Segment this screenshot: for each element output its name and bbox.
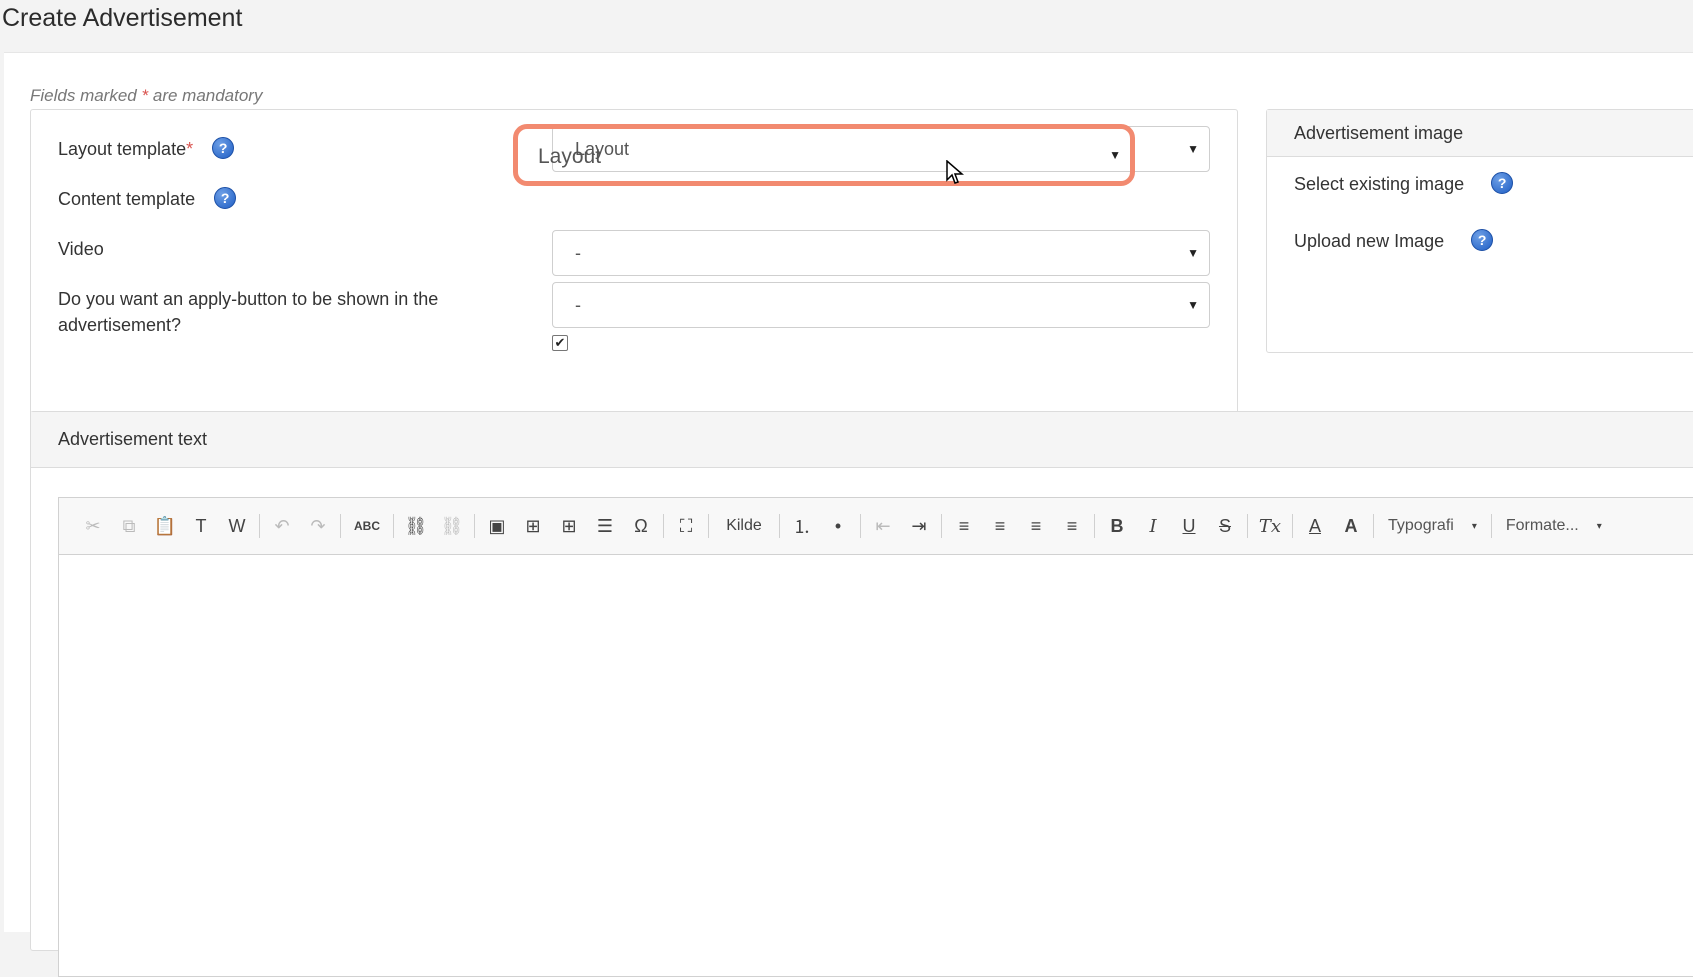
select-existing-image-label: Select existing image [1294,174,1465,194]
main-content: Fields marked * are mandatory Layout tem… [4,52,1693,977]
help-icon[interactable]: ? [214,187,237,210]
text-panel-heading: Advertisement text [31,412,1693,468]
justify-icon[interactable]: ≡ [1054,511,1090,541]
link-icon[interactable]: ⛓ [398,511,434,541]
mandatory-star: * [141,86,149,105]
unlink-icon[interactable]: ⛓ [434,511,470,541]
typography-label: Typografi [1388,517,1454,534]
outdent-icon[interactable]: ⇤ [865,511,901,541]
copy-icon[interactable]: ⧉ [111,511,147,541]
help-icon[interactable]: ? [1491,172,1514,195]
toolbar-separator [708,514,709,538]
paste-text-icon[interactable]: T [183,511,219,541]
highlight-ring: Layout ▼ [513,124,1135,186]
toolbar-separator [1373,514,1374,538]
toolbar-separator [340,514,341,538]
mouse-cursor-icon [946,160,964,184]
paste-word-icon[interactable]: W [219,511,255,541]
bullet-list-icon[interactable]: • [820,511,856,541]
video-value: - [575,295,581,315]
toolbar-separator [1292,514,1293,538]
cut-icon[interactable]: ✂ [75,511,111,541]
source-button[interactable]: Kilde [713,511,775,541]
typography-dropdown[interactable]: Typografi ▾ [1378,511,1487,541]
caret-down-icon: ▼ [1187,142,1199,156]
layout-template-value: Layout [538,145,602,168]
page-title: Create Advertisement [2,4,243,32]
table-icon[interactable]: ⊞ [551,511,587,541]
mandatory-suffix: are mandatory [152,86,263,105]
video-label: Video [58,239,104,259]
rich-text-editor[interactable]: ✂ ⧉ 📋 T W ↶ ↷ ABC ⛓ ⛓ ▣ ⊞ ⊞ ☰ Ω ⛶ Kilde … [58,497,1693,977]
mandatory-prefix: Fields marked [30,86,137,105]
maximize-icon[interactable]: ⛶ [668,511,704,541]
align-right-icon[interactable]: ≡ [1018,511,1054,541]
background-color-icon[interactable]: A [1333,511,1369,541]
advertisement-text-panel: Advertisement text ✂ ⧉ 📋 T W ↶ ↷ ABC ⛓ ⛓… [30,411,1693,977]
paste-icon[interactable]: 📋 [147,511,183,541]
bold-icon[interactable]: B [1099,511,1135,541]
advertisement-image-panel: Advertisement image Select existing imag… [1266,109,1693,353]
iframe-icon[interactable]: ⊞ [515,511,551,541]
strikethrough-icon[interactable]: S [1207,511,1243,541]
select-existing-image[interactable]: Select existing image ? [1294,172,1514,196]
toolbar-separator [259,514,260,538]
horizontal-line-icon[interactable]: ☰ [587,511,623,541]
apply-button-label-line1: Do you want an apply-button to be shown … [58,289,439,309]
apply-button-checkbox[interactable]: ✔ [552,335,568,351]
help-icon[interactable]: ? [1471,229,1494,252]
layout-template-label-text: Layout template [58,139,187,159]
italic-icon[interactable]: I [1135,511,1171,541]
video-select[interactable]: - ▼ [552,282,1210,328]
caret-down-icon: ▼ [1109,148,1121,162]
align-left-icon[interactable]: ≡ [946,511,982,541]
dropdown-arrow-icon: ▾ [1471,520,1477,532]
indent-icon[interactable]: ⇥ [901,511,937,541]
redo-icon[interactable]: ↷ [300,511,336,541]
layout-template-label: Layout template* ? [58,135,235,163]
caret-down-icon: ▼ [1187,246,1199,260]
underline-icon[interactable]: U [1171,511,1207,541]
image-panel-heading: Advertisement image [1267,110,1693,157]
toolbar-separator [1247,514,1248,538]
apply-button-label-line2: advertisement? [58,315,182,335]
toolbar-separator [941,514,942,538]
editor-toolbar: ✂ ⧉ 📋 T W ↶ ↷ ABC ⛓ ⛓ ▣ ⊞ ⊞ ☰ Ω ⛶ Kilde … [59,498,1693,555]
numbered-list-icon[interactable]: ⒈ [784,511,820,541]
toolbar-separator [474,514,475,538]
spellcheck-icon[interactable]: ABC [345,511,389,541]
format-label: Formate... [1505,517,1579,534]
content-template-label-text: Content template [58,189,196,209]
toolbar-separator [1094,514,1095,538]
image-icon[interactable]: ▣ [479,511,515,541]
upload-new-image-label: Upload new Image [1294,231,1445,251]
toolbar-separator [779,514,780,538]
dropdown-arrow-icon: ▾ [1596,520,1602,532]
undo-icon[interactable]: ↶ [264,511,300,541]
text-color-icon[interactable]: A [1297,511,1333,541]
toolbar-separator [1490,514,1492,538]
format-dropdown[interactable]: Formate... ▾ [1496,511,1612,541]
caret-down-icon: ▼ [1187,298,1199,312]
content-template-value: - [575,243,581,263]
toolbar-separator [860,514,861,538]
align-center-icon[interactable]: ≡ [982,511,1018,541]
content-template-select[interactable]: - ▼ [552,230,1210,276]
upload-new-image[interactable]: Upload new Image ? [1294,229,1494,253]
apply-button-label: Do you want an apply-button to be shown … [58,286,438,338]
toolbar-separator [663,514,664,538]
toolbar-separator [393,514,394,538]
remove-format-icon[interactable]: Tx [1252,511,1288,541]
mandatory-note: Fields marked * are mandatory [30,86,262,106]
content-template-label: Content template ? [58,185,237,213]
required-mark: * [186,139,194,159]
help-icon[interactable]: ? [212,137,235,160]
special-character-icon[interactable]: Ω [623,511,659,541]
